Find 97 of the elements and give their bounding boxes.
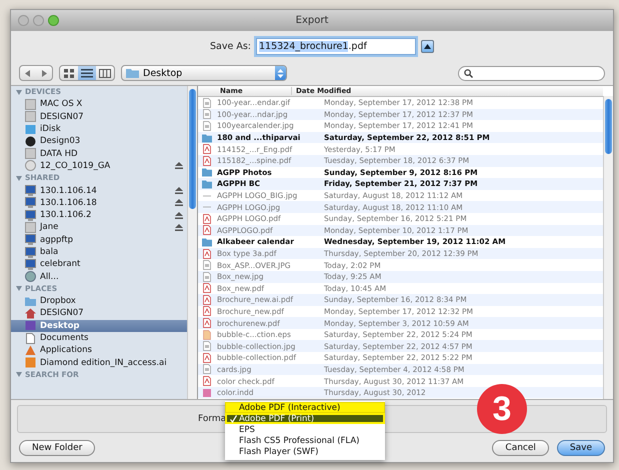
file-icon [202,167,212,178]
search-field[interactable] [458,66,605,80]
globe-icon [25,271,36,282]
eject-icon[interactable] [175,212,183,219]
menu-item[interactable]: Flash CS5 Professional (FLA) [225,435,385,446]
sidebar-item[interactable]: agppftp [11,234,187,246]
sidebar-item[interactable]: Design03 [11,135,187,148]
save-button[interactable]: Save [556,440,605,456]
monitor-icon [25,246,36,258]
desktop-icon [25,320,36,332]
sidebar-item[interactable]: 130.1.106.18 [11,196,187,209]
columns-view-button[interactable] [96,66,114,80]
menu-item[interactable]: Adobe PDF (Print) [225,413,385,424]
document-icon [25,332,36,344]
cancel-button[interactable]: Cancel [492,440,549,456]
up-down-arrows-icon [275,66,286,80]
sidebar-item[interactable]: Dropbox [11,295,187,308]
disclosure-triangle-icon[interactable] [16,176,22,181]
monitor-icon [25,258,36,270]
drive-icon [25,111,36,122]
filename-field[interactable]: 115324_brochure1.pdf [256,38,416,54]
sidebar-item[interactable]: Jane [11,221,187,234]
monitor-icon [25,210,36,221]
scrollbar[interactable] [187,86,197,399]
file-icon [202,225,212,236]
sidebar-item[interactable]: Documents [11,332,187,344]
list-view-button[interactable] [78,66,96,80]
file-icon [202,388,212,398]
disclosure-triangle-icon[interactable] [16,90,22,95]
zoom-button[interactable] [48,15,59,26]
drive-icon [25,222,36,233]
file-icon [202,318,212,328]
drive-icon [25,148,36,160]
file-icon [202,352,212,363]
file-icon [202,132,212,143]
house-icon [25,308,36,319]
cd-icon [25,160,36,172]
eject-icon[interactable] [175,162,183,170]
sidebar-item[interactable]: bala [11,246,187,258]
applications-icon [25,344,36,356]
monitor-icon [25,185,36,196]
file-icon [202,376,212,386]
eject-icon[interactable] [175,224,183,231]
file-icon [202,178,212,189]
back-forward-control[interactable] [19,65,53,81]
file-icon [202,272,212,282]
sidebar-item[interactable]: 130.1.106.2 [11,208,187,222]
folder-icon [126,68,139,78]
sidebar-item[interactable]: All... [11,270,187,283]
check-icon [230,415,237,423]
file-icon [202,156,212,166]
sidebar-item[interactable]: DATA HD [11,147,187,160]
sidebar-item[interactable]: 130.1.106.14 [11,184,187,197]
file-icon [202,283,212,294]
scrollbar[interactable] [603,96,613,399]
file-icon [202,294,212,305]
sidebar-item[interactable]: DESIGN07 [11,307,187,320]
eject-icon[interactable] [175,199,183,206]
folder-icon [25,296,36,307]
sidebar-item[interactable]: MAC OS X [11,98,187,111]
eject-icon[interactable] [175,187,183,194]
file-icon [202,260,212,270]
file-icon [202,341,212,352]
file-icon [202,120,212,131]
sidebar-item[interactable]: Diamond edition_IN_access.ai [11,356,187,369]
menu-item[interactable]: Adobe PDF (Interactive) [225,402,385,413]
sidebar-item[interactable]: iDisk [11,122,187,136]
file-icon [202,236,212,247]
file-icon [202,214,212,224]
file-icon [202,248,212,259]
disclosure-triangle-icon[interactable] [16,372,22,378]
new-folder-button[interactable]: New Folder [19,440,96,456]
file-icon [202,306,212,316]
monitor-icon [25,234,36,246]
triangle-up-icon [424,44,431,48]
disk-icon [25,136,36,147]
file-icon [25,357,36,368]
sidebar-item[interactable]: 12_CO_1019_GA [11,160,187,172]
search-icon [464,68,473,78]
save-as-label: Save As: [210,40,251,52]
sidebar-item[interactable]: celebrant [11,258,187,270]
monitor-icon [25,197,36,208]
disclosure-triangle-icon[interactable] [16,286,22,292]
window-title: Export [294,15,330,26]
file-icon [202,144,212,154]
file-icon [202,330,212,340]
location-popup[interactable]: Desktop [121,65,287,81]
drive-icon [25,98,36,110]
menu-item[interactable]: Flash Player (SWF) [225,446,385,457]
expand-button[interactable] [421,40,434,52]
file-icon [202,364,212,374]
sidebar-item[interactable]: Desktop [11,320,187,332]
menu-item[interactable]: EPS [225,424,385,435]
sidebar-item[interactable]: DESIGN07 [11,110,187,123]
file-icon [202,109,212,120]
sidebar-item[interactable]: Applications [11,344,187,357]
format-label: Forma [198,414,226,424]
